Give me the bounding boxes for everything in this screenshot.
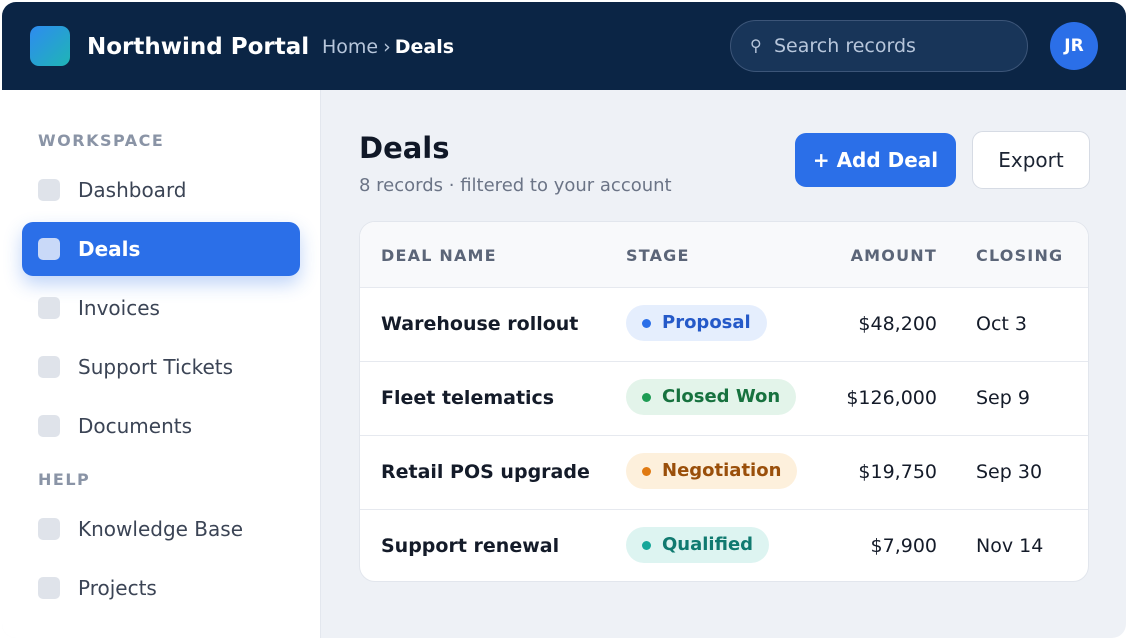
deals-table: DEAL NAME STAGE AMOUNT CLOSING Warehouse…	[359, 221, 1089, 582]
sidebar-item-label: Projects	[78, 576, 157, 600]
stage-label: Proposal	[662, 312, 751, 333]
status-dot-icon	[642, 392, 651, 402]
column-header-deal-name[interactable]: DEAL NAME	[381, 246, 497, 266]
sidebar-item-support-tickets[interactable]: Support Tickets	[22, 340, 300, 394]
deal-name: Fleet telematics	[381, 387, 555, 409]
deal-amount: $48,200	[858, 313, 937, 335]
closing-date: Sep 30	[976, 461, 1043, 483]
support-tickets-icon	[38, 356, 60, 378]
sidebar-item-label: Documents	[78, 414, 193, 438]
sidebar-item-invoices[interactable]: Invoices	[22, 281, 300, 335]
sidebar-item-projects[interactable]: Projects	[22, 561, 300, 615]
stage-badge: Proposal	[626, 305, 767, 341]
user-avatar[interactable]: JR	[1050, 22, 1098, 70]
sidebar-item-deals[interactable]: Deals	[22, 222, 300, 276]
table-header: DEAL NAME STAGE AMOUNT CLOSING	[360, 222, 1088, 288]
deal-amount: $126,000	[846, 387, 937, 409]
record-count: 8 records · filtered to your account	[359, 175, 672, 196]
deal-amount: $7,900	[870, 535, 937, 557]
stage-badge: Closed Won	[626, 379, 797, 415]
deal-name: Retail POS upgrade	[381, 461, 590, 483]
deal-name: Support renewal	[381, 535, 560, 557]
sidebar-item-dashboard[interactable]: Dashboard	[22, 163, 300, 217]
app-window: Northwind Portal Home›Deals ⚲ JR WORKSPA…	[2, 2, 1126, 638]
breadcrumb: Home › Deals	[322, 34, 454, 60]
search-input[interactable]	[774, 33, 1004, 59]
documents-icon	[38, 415, 60, 437]
breadcrumb-current: Deals	[394, 36, 455, 58]
status-dot-icon	[642, 318, 651, 328]
sidebar-item-label: Knowledge Base	[78, 517, 243, 541]
top-bar: Northwind Portal Home›Deals ⚲ JR	[2, 2, 1126, 90]
stage-badge: Negotiation	[626, 453, 798, 489]
table-row[interactable]: Warehouse rollout Proposal $48,200 Oct 3	[360, 287, 1088, 362]
sidebar-section-workspace: WORKSPACE	[38, 131, 165, 150]
stage-label: Qualified	[662, 534, 754, 555]
table-row[interactable]: Support renewal Qualified $7,900 Nov 14	[360, 509, 1088, 581]
search-box[interactable]: ⚲	[730, 20, 1028, 72]
column-header-stage[interactable]: STAGE	[626, 246, 690, 266]
deal-name: Warehouse rollout	[381, 313, 579, 335]
sidebar-item-label: Support Tickets	[78, 355, 234, 379]
sidebar-item-knowledge-base[interactable]: Knowledge Base	[22, 502, 300, 556]
sidebar: WORKSPACE Dashboard Deals Invoices Suppo…	[2, 90, 321, 638]
sidebar-item-label: Dashboard	[78, 178, 187, 202]
projects-icon	[38, 577, 60, 599]
breadcrumb-home-link[interactable]: Home	[322, 36, 378, 58]
invoices-icon	[38, 297, 60, 319]
page-title: Deals	[359, 131, 450, 165]
stage-label: Closed Won	[662, 386, 781, 407]
status-dot-icon	[642, 540, 651, 550]
breadcrumb-separator: ›	[383, 36, 391, 58]
export-button[interactable]: Export	[972, 131, 1090, 189]
closing-date: Oct 3	[976, 313, 1027, 335]
column-header-amount[interactable]: AMOUNT	[851, 246, 937, 266]
closing-date: Nov 14	[976, 535, 1044, 557]
status-dot-icon	[642, 466, 651, 476]
add-deal-button[interactable]: + Add Deal	[795, 133, 956, 187]
sidebar-section-help: HELP	[38, 470, 91, 489]
dashboard-icon	[38, 179, 60, 201]
table-row[interactable]: Retail POS upgrade Negotiation $19,750 S…	[360, 435, 1088, 510]
app-logo-icon[interactable]	[30, 26, 70, 66]
closing-date: Sep 9	[976, 387, 1030, 409]
app-title: Northwind Portal	[87, 34, 310, 60]
sidebar-item-label: Invoices	[78, 296, 160, 320]
knowledge-base-icon	[38, 518, 60, 540]
sidebar-item-label: Deals	[78, 237, 141, 261]
column-header-closing[interactable]: CLOSING	[976, 246, 1063, 266]
deals-icon	[38, 238, 60, 260]
stage-label: Negotiation	[662, 460, 782, 481]
search-icon: ⚲	[750, 36, 762, 55]
stage-badge: Qualified	[626, 527, 770, 563]
sidebar-item-documents[interactable]: Documents	[22, 399, 300, 453]
table-row[interactable]: Fleet telematics Closed Won $126,000 Sep…	[360, 361, 1088, 436]
deal-amount: $19,750	[858, 461, 937, 483]
